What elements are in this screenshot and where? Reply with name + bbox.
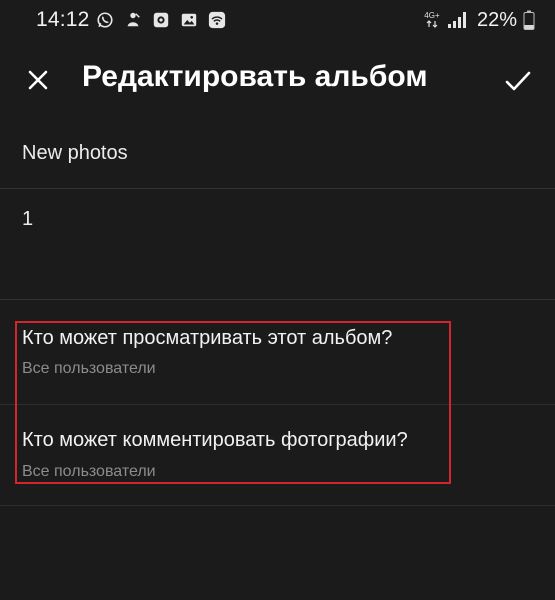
who-can-view-value: Все пользователи [22,360,156,377]
camera-app-icon [153,12,169,28]
battery-icon [523,10,535,30]
album-description-field[interactable]: 1 [0,188,555,300]
who-can-comment-label: Кто может комментировать фотографии? [22,429,408,451]
who-can-view-setting[interactable]: Кто может просматривать этот альбом? Все… [0,300,555,405]
album-title-value[interactable]: New photos [22,142,128,165]
check-icon[interactable] [501,64,535,98]
gallery-icon [181,13,197,27]
whatsapp-icon [97,12,113,28]
data-arrows-icon [426,20,438,28]
network-label: 4G+ [424,11,440,20]
wifi-icon [208,11,226,29]
app-toolbar: Редактировать альбом [0,40,555,122]
who-can-comment-setting[interactable]: Кто может комментировать фотографии? Все… [0,405,555,506]
close-icon[interactable] [22,64,54,96]
battery-percent: 22% [476,8,517,31]
status-time: 14:12 [36,8,90,31]
status-icons-right: 4G+ 22% [423,8,535,32]
status-bar: 14:12 4G+ 22% [0,0,555,40]
status-icons-left [96,10,226,30]
album-description-value[interactable]: 1 [22,208,33,231]
who-can-view-label: Кто может просматривать этот альбом? [22,327,393,349]
notification-icon [127,12,140,27]
network-4g-icon: 4G+ [423,12,441,28]
page-title: Редактировать альбом [82,60,428,93]
who-can-comment-value: Все пользователи [22,463,156,480]
signal-icon [447,12,466,28]
album-title-field[interactable]: New photos [0,122,555,189]
